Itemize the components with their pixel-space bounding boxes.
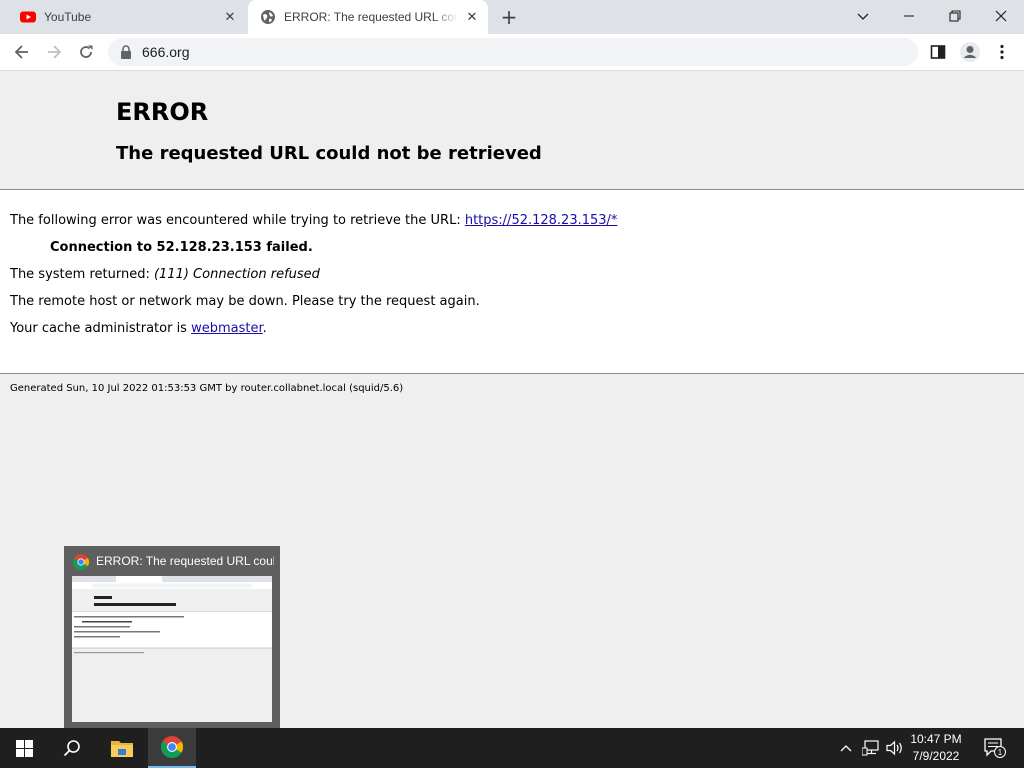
file-explorer-icon[interactable] bbox=[98, 728, 146, 768]
restore-icon[interactable] bbox=[932, 0, 978, 32]
tab-strip: YouTube ✕ ERROR: The requested URL could… bbox=[0, 0, 1024, 34]
address-bar[interactable]: 666.org bbox=[108, 38, 918, 66]
globe-icon bbox=[261, 10, 275, 24]
back-icon[interactable] bbox=[8, 38, 36, 66]
clock-time: 10:47 PM bbox=[910, 732, 962, 746]
chrome-icon bbox=[161, 736, 183, 758]
volume-icon[interactable] bbox=[884, 728, 906, 768]
page-title: ERROR bbox=[116, 98, 209, 126]
notification-count: 1 bbox=[998, 748, 1003, 757]
system-returned-value: (111) Connection refused bbox=[153, 267, 320, 282]
taskbar-thumbnail-preview[interactable]: ERROR: The requested URL coul... bbox=[64, 546, 280, 728]
error-url-line: The following error was encountered whil… bbox=[10, 213, 617, 228]
windows-taskbar: 10:47 PM 7/9/2022 1 bbox=[0, 728, 1024, 768]
network-icon[interactable] bbox=[860, 728, 882, 768]
reload-icon[interactable] bbox=[72, 38, 100, 66]
system-returned-prefix: The system returned: bbox=[10, 267, 150, 282]
webmaster-link[interactable]: webmaster bbox=[191, 321, 263, 336]
menu-kebab-icon[interactable] bbox=[988, 38, 1016, 66]
forward-icon[interactable] bbox=[40, 38, 68, 66]
thumbnail-miniature bbox=[72, 576, 272, 654]
tab-youtube[interactable]: YouTube ✕ bbox=[8, 0, 246, 34]
system-clock[interactable]: 10:47 PM 7/9/2022 bbox=[908, 731, 964, 765]
cache-admin-line: Your cache administrator is webmaster. bbox=[10, 321, 267, 336]
notification-center-icon[interactable]: 1 bbox=[978, 728, 1012, 768]
system-returned-line: The system returned: (111) Connection re… bbox=[10, 267, 320, 282]
tab-title: ERROR: The requested URL could not be re… bbox=[284, 10, 458, 24]
generated-footer: Generated Sun, 10 Jul 2022 01:53:53 GMT … bbox=[10, 383, 404, 394]
start-windows-icon[interactable] bbox=[0, 728, 48, 768]
cache-admin-suffix: . bbox=[262, 321, 267, 336]
thumbnail-page-preview bbox=[72, 576, 272, 722]
clock-date: 7/9/2022 bbox=[912, 749, 960, 763]
youtube-icon bbox=[20, 11, 36, 23]
tab-error-page[interactable]: ERROR: The requested URL could not be re… bbox=[248, 0, 488, 34]
close-window-icon[interactable] bbox=[978, 0, 1024, 32]
tab-close-icon[interactable]: ✕ bbox=[222, 9, 238, 25]
page-subtitle: The requested URL could not be retrieved bbox=[116, 143, 542, 164]
tab-title: YouTube bbox=[44, 10, 92, 24]
error-url-prefix: The following error was encountered whil… bbox=[10, 213, 461, 228]
hidden-icons-chevron-icon[interactable] bbox=[836, 728, 856, 768]
side-panel-icon[interactable] bbox=[924, 38, 952, 66]
thumbnail-title: ERROR: The requested URL coul... bbox=[96, 554, 274, 568]
chrome-icon bbox=[73, 554, 89, 570]
error-header: ERROR The requested URL could not be ret… bbox=[0, 71, 1024, 190]
tab-search-icon[interactable] bbox=[840, 0, 886, 32]
profile-avatar-icon[interactable] bbox=[956, 38, 984, 66]
error-body: The following error was encountered whil… bbox=[0, 190, 1024, 374]
tab-close-icon[interactable]: ✕ bbox=[464, 9, 480, 25]
remote-host-text: The remote host or network may be down. … bbox=[10, 294, 480, 309]
chrome-taskbar-button[interactable] bbox=[148, 728, 196, 768]
error-url-link[interactable]: https://52.128.23.153/* bbox=[465, 213, 618, 228]
search-icon[interactable] bbox=[48, 728, 96, 768]
minimize-icon[interactable] bbox=[886, 0, 932, 32]
address-url[interactable]: 666.org bbox=[142, 44, 189, 60]
lock-icon[interactable] bbox=[120, 45, 132, 59]
cache-admin-prefix: Your cache administrator is bbox=[10, 321, 187, 336]
new-tab-icon[interactable]: + bbox=[498, 7, 520, 27]
connection-failed-text: Connection to 52.128.23.153 failed. bbox=[50, 240, 313, 255]
